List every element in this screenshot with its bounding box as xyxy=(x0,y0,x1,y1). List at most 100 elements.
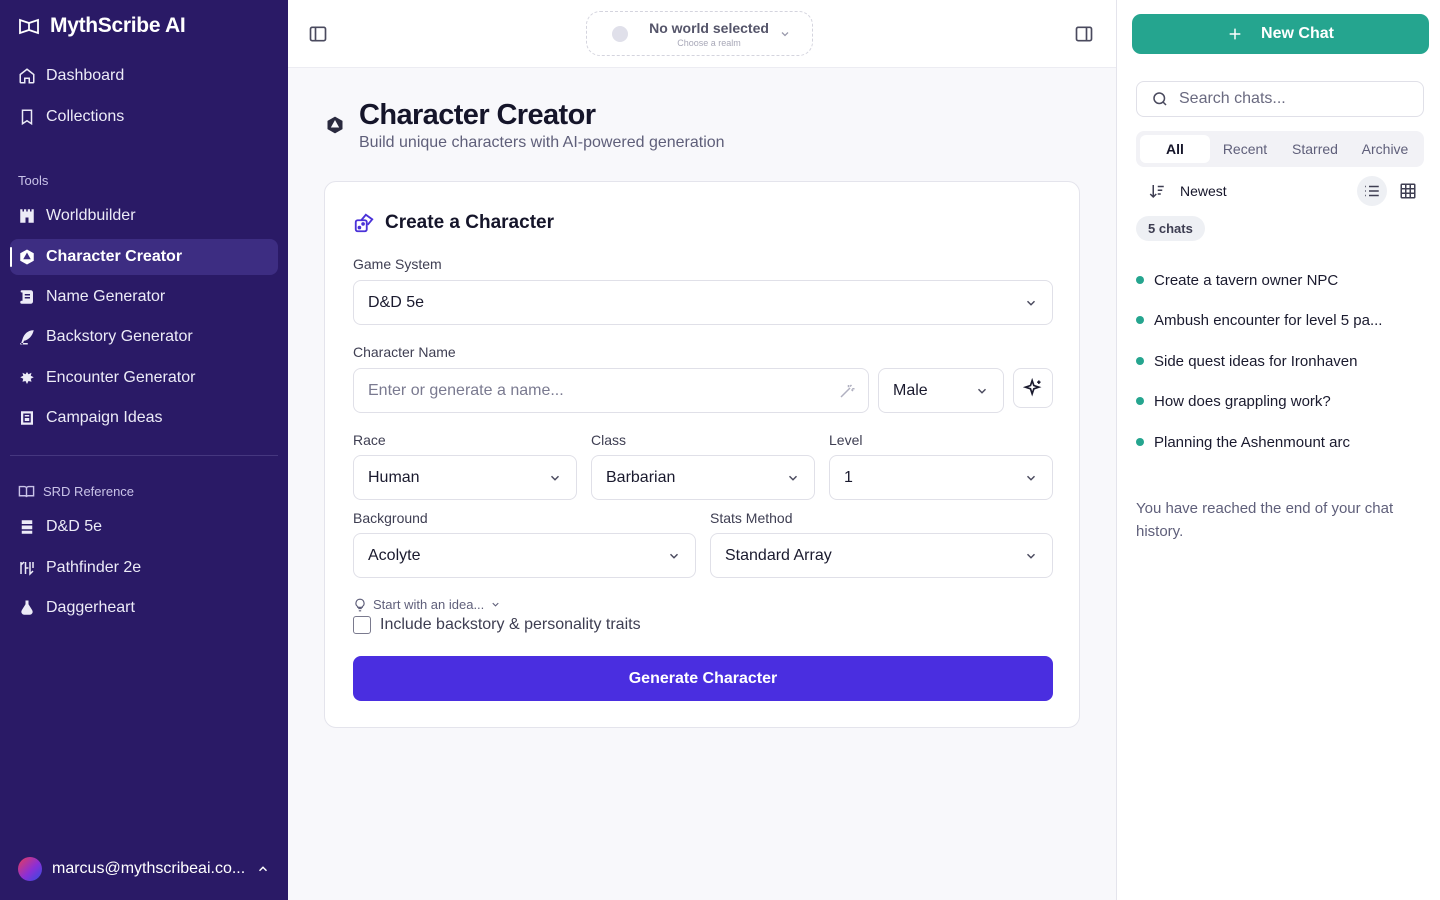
start-with-idea-label: Start with an idea... xyxy=(373,597,485,612)
chevron-down-icon xyxy=(1026,300,1036,306)
nav-item-collections[interactable]: Collections xyxy=(10,99,278,135)
nav-item-label: Collections xyxy=(46,108,125,125)
search-icon xyxy=(1153,92,1167,106)
chevron-down-icon xyxy=(1026,475,1036,481)
chat-list-item[interactable]: Planning the Ashenmount arc xyxy=(1136,427,1416,457)
nav-item-daggerheart[interactable]: Daggerheart xyxy=(10,590,278,626)
nav-item-worldbuilder[interactable]: Worldbuilder xyxy=(10,198,278,234)
game-system-select[interactable]: D&D 5e xyxy=(353,280,1053,325)
scroll-icon xyxy=(20,290,33,304)
class-value: Barbarian xyxy=(606,468,676,486)
chat-status-dot xyxy=(1136,276,1144,284)
card-title: Create a Character xyxy=(353,212,554,234)
generate-character-button[interactable]: Generate Character xyxy=(353,656,1053,701)
nav-item-encounter-generator[interactable]: Encounter Generator xyxy=(10,360,278,396)
background-select[interactable]: Acolyte xyxy=(353,533,696,578)
sparkles-icon xyxy=(1023,378,1042,397)
level-select[interactable]: 1 xyxy=(829,455,1053,500)
list-view-button[interactable] xyxy=(1357,176,1387,206)
nav-item-campaign-ideas[interactable]: Campaign Ideas xyxy=(10,400,278,436)
sort-row: Newest xyxy=(1136,176,1424,206)
world-title: No world selected xyxy=(649,19,769,36)
nav-item-dnd5e[interactable]: D&D 5e xyxy=(10,509,278,545)
chat-status-dot xyxy=(1136,316,1144,324)
class-label: Class xyxy=(591,432,627,448)
nav-item-backstory-generator[interactable]: Backstory Generator xyxy=(10,319,278,355)
nav-item-character-creator[interactable]: Character Creator xyxy=(10,239,278,275)
race-label: Race xyxy=(353,432,386,448)
chat-title: Create a tavern owner NPC xyxy=(1154,271,1339,289)
include-backstory-checkbox-row[interactable]: Include backstory & personality traits xyxy=(353,616,641,634)
world-subtitle: Choose a realm xyxy=(677,37,741,48)
generate-name-button[interactable] xyxy=(1013,368,1053,408)
chat-title: Planning the Ashenmount arc xyxy=(1154,433,1350,451)
chevron-down-icon xyxy=(492,602,499,607)
world-selector[interactable]: No world selected Choose a realm xyxy=(586,11,813,56)
chevron-up-icon xyxy=(258,866,268,872)
nav-item-label: Pathfinder 2e xyxy=(46,559,142,576)
character-name-input[interactable]: Enter or generate a name... xyxy=(353,368,869,413)
chevron-down-icon xyxy=(669,553,679,559)
tab-archive[interactable]: Archive xyxy=(1350,135,1420,163)
chat-count-badge: 5 chats xyxy=(1136,216,1205,241)
new-chat-button[interactable]: New Chat xyxy=(1132,14,1429,54)
nav-item-pathfinder2e[interactable]: Pathfinder 2e xyxy=(10,550,278,586)
lightbulb-icon xyxy=(355,598,365,611)
class-select[interactable]: Barbarian xyxy=(591,455,815,500)
chat-title: Side quest ideas for Ironhaven xyxy=(1154,352,1358,370)
toggle-left-panel-icon[interactable] xyxy=(308,24,328,44)
chat-list-item[interactable]: Side quest ideas for Ironhaven xyxy=(1136,346,1416,376)
chat-status-dot xyxy=(1136,438,1144,446)
castle-icon xyxy=(20,209,34,223)
sort-label[interactable]: Newest xyxy=(1180,183,1227,199)
quill-icon xyxy=(20,330,34,345)
sort-descending-icon[interactable] xyxy=(1148,182,1166,200)
chat-list-item[interactable]: Create a tavern owner NPC xyxy=(1136,265,1416,295)
dragon-icon xyxy=(20,372,34,384)
map-icon xyxy=(21,411,33,425)
page-header: Character Creator Build unique character… xyxy=(325,99,725,152)
stats-method-select[interactable]: Standard Array xyxy=(710,533,1053,578)
grid-view-button[interactable] xyxy=(1393,176,1423,206)
nav-item-label: Name Generator xyxy=(46,288,166,305)
background-label: Background xyxy=(353,510,428,526)
plus-icon xyxy=(1229,28,1241,40)
include-backstory-checkbox[interactable] xyxy=(353,616,371,634)
stats-method-value: Standard Array xyxy=(725,546,832,564)
chat-list-item[interactable]: Ambush encounter for level 5 pa... xyxy=(1136,305,1416,335)
page-subtitle: Build unique characters with AI-powered … xyxy=(359,134,725,151)
book-stack-icon xyxy=(21,520,33,534)
brand[interactable]: MythScribe AI xyxy=(18,14,186,38)
toggle-right-panel-icon[interactable] xyxy=(1074,24,1094,44)
brand-logo-icon xyxy=(19,18,39,35)
magic-wand-icon[interactable] xyxy=(838,382,856,400)
search-chats-input[interactable]: Search chats... xyxy=(1136,81,1424,117)
nav-item-label: Dashboard xyxy=(46,67,125,84)
chat-panel: New Chat Search chats... All Recent Star… xyxy=(1116,0,1440,900)
tab-recent[interactable]: Recent xyxy=(1210,135,1280,163)
main-content: Character Creator Build unique character… xyxy=(288,69,1116,900)
open-book-icon xyxy=(18,485,35,498)
character-name-label: Character Name xyxy=(353,344,456,360)
nav-item-label: Character Creator xyxy=(46,248,183,265)
nav-item-dashboard[interactable]: Dashboard xyxy=(10,58,278,94)
chevron-down-icon xyxy=(1026,553,1036,559)
user-menu[interactable]: marcus@mythscribeai.co... xyxy=(18,856,278,882)
tools-section-label: Tools xyxy=(18,173,49,188)
gender-value: Male xyxy=(893,381,928,399)
gender-select[interactable]: Male xyxy=(878,368,1004,413)
stats-method-label: Stats Method xyxy=(710,510,793,526)
race-select[interactable]: Human xyxy=(353,455,577,500)
chevron-down-icon xyxy=(781,31,789,36)
tab-starred[interactable]: Starred xyxy=(1280,135,1350,163)
nav-item-label: Campaign Ideas xyxy=(46,409,163,426)
home-icon xyxy=(19,68,35,84)
potion-icon xyxy=(21,600,33,615)
nav-item-name-generator[interactable]: Name Generator xyxy=(10,279,278,315)
chat-list-item[interactable]: How does grappling work? xyxy=(1136,386,1416,416)
start-with-idea-toggle[interactable]: Start with an idea... xyxy=(353,597,501,612)
race-value: Human xyxy=(368,468,420,486)
user-email: marcus@mythscribeai.co... xyxy=(52,860,246,877)
nav-item-label: Daggerheart xyxy=(46,599,135,616)
tab-all[interactable]: All xyxy=(1140,135,1210,163)
